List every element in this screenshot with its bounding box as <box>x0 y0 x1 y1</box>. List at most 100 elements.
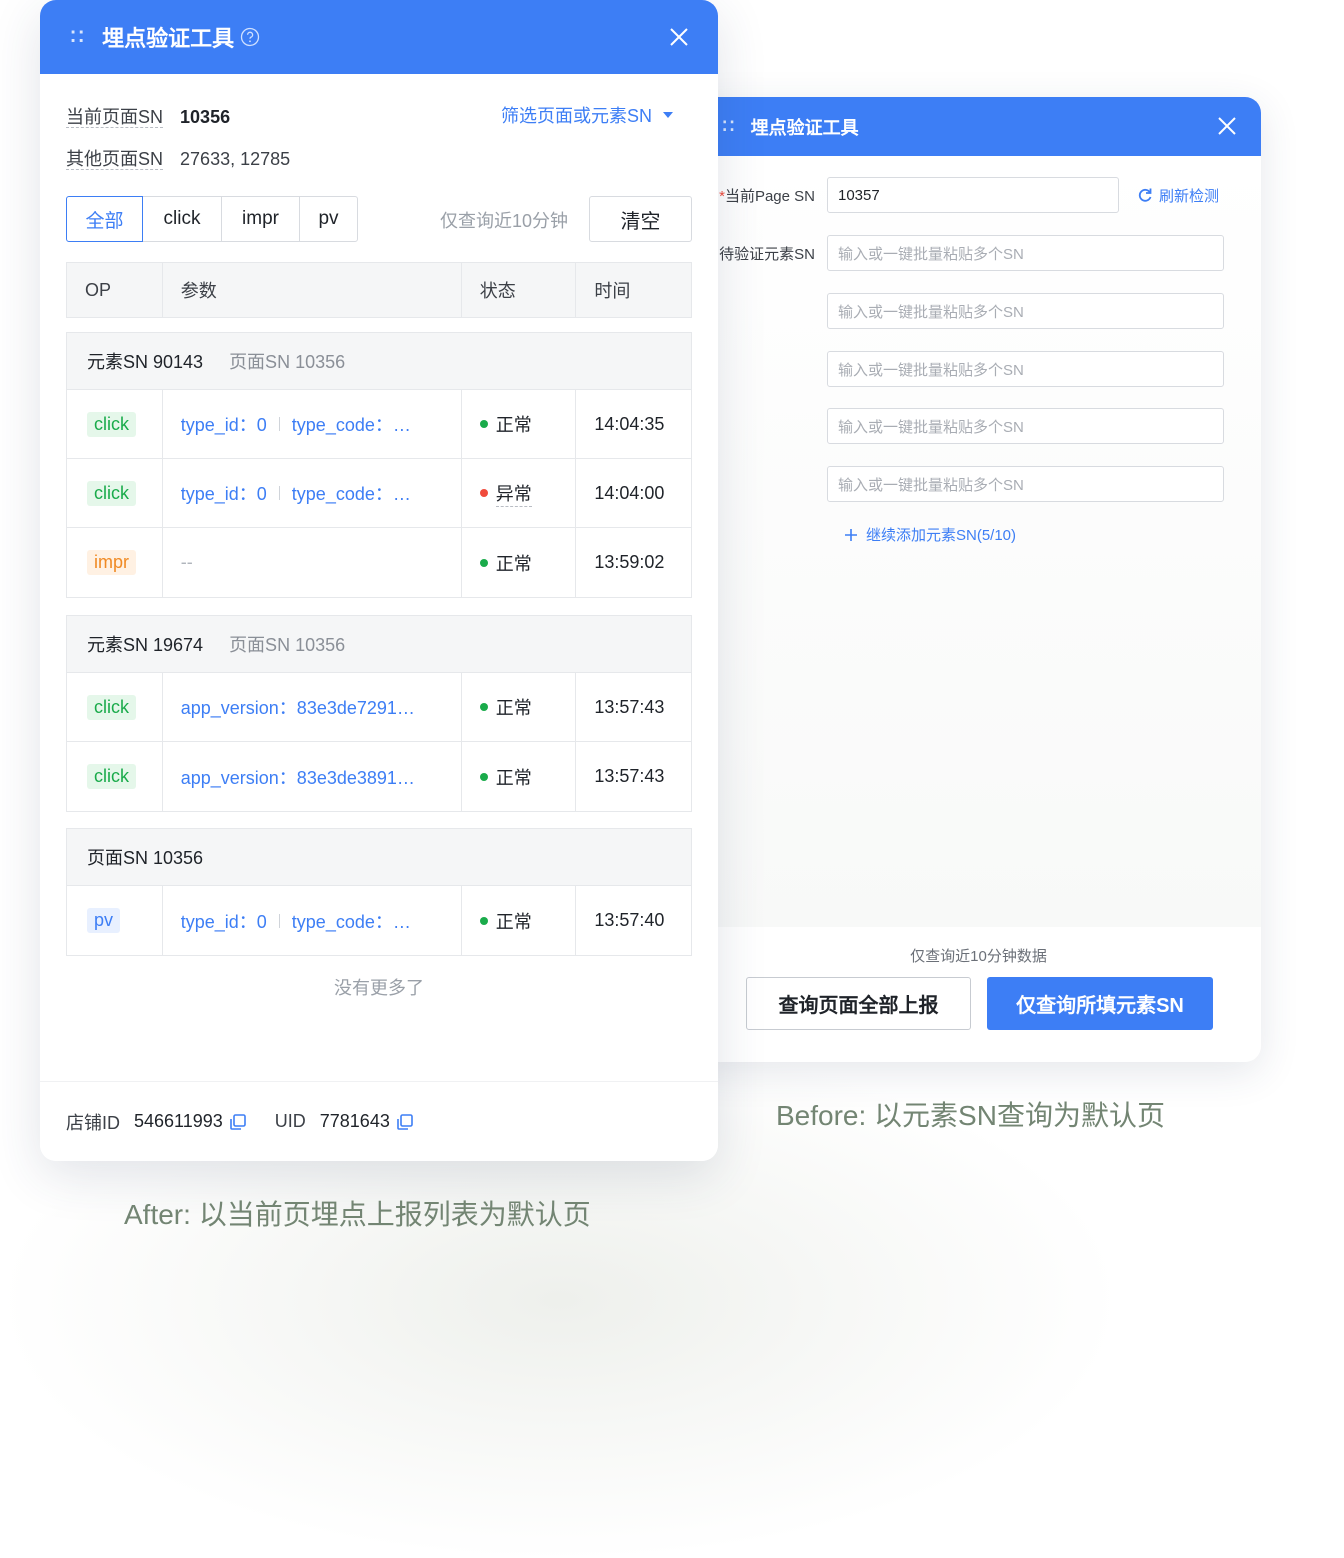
copy-icon[interactable] <box>229 1113 247 1131</box>
add-element-sn-button[interactable]: 继续添加元素SN(5/10) <box>844 524 1016 545</box>
group-header: 元素SN 19674 页面SN 10356 <box>67 616 691 673</box>
current-page-sn-value: 10356 <box>180 107 231 127</box>
event-time: 13:57:43 <box>594 766 665 786</box>
status-text: 正常 <box>495 415 532 435</box>
refresh-button[interactable]: 刷新检测 <box>1137 185 1219 206</box>
clear-button[interactable]: 清空 <box>589 196 692 242</box>
close-icon[interactable] <box>1216 115 1238 137</box>
after-panel: ⁚⁚ 埋点验证工具 当前页面SN 10356 其他页面SN 27633, 127… <box>40 0 718 1161</box>
divider <box>278 417 280 431</box>
status-dot <box>479 558 488 567</box>
copy-icon[interactable] <box>396 1113 414 1131</box>
element-sn-input[interactable]: 输入或一键批量粘贴多个SN <box>827 351 1224 387</box>
status-dot <box>479 420 488 428</box>
event-group: 页面SN 10356 pv type_id：0 type_code：… 正常 13… <box>66 828 692 956</box>
add-element-sn-label: 继续添加元素SN(5/10) <box>866 527 1017 544</box>
param-link[interactable]: type_code：… <box>292 908 411 934</box>
event-group: 元素SN 90143 页面SN 10356 click type_id：0 typ… <box>66 332 692 598</box>
table-row[interactable]: click app_version：83e3de3891… 正常 13:57:4… <box>67 742 691 811</box>
tab-click[interactable]: click <box>142 196 222 242</box>
status-dot <box>479 703 488 711</box>
column-status: 状态 <box>462 263 577 317</box>
other-pages-sn: 其他页面SN 27633, 12785 <box>66 145 290 171</box>
table-row[interactable]: click app_version：83e3de7291… 正常 13:57:4… <box>67 673 691 742</box>
param-link[interactable]: type_id：0 <box>181 411 267 437</box>
op-tag: click <box>87 411 136 437</box>
plus-icon <box>845 528 857 541</box>
query-page-all-button[interactable]: 查询页面全部上报 <box>746 977 971 1030</box>
caption-before: Before: 以元素SN查询为默认页 <box>776 1100 1165 1131</box>
table-row[interactable]: click type_id：0 type_code：… 异常 14:04:00 <box>67 459 691 528</box>
tab-pv[interactable]: pv <box>299 196 358 242</box>
page-sn-row: *当前Page SN 10357 刷新检测 <box>690 177 1219 213</box>
tab-impr[interactable]: impr <box>221 196 300 242</box>
op-tag: click <box>87 694 136 720</box>
group-page-sn: 页面SN 10356 <box>87 848 204 868</box>
param-link[interactable]: type_code：… <box>292 480 411 506</box>
caret-down-icon <box>663 112 674 118</box>
stage: ⁚⁚ 埋点验证工具 *当前Page SN 10357 刷新检测 待验证元素SN <box>0 0 1344 1558</box>
divider <box>278 486 280 500</box>
current-page-sn-key: 当前页面SN <box>66 107 164 128</box>
param-link[interactable]: type_id：0 <box>181 480 267 506</box>
tab-all[interactable]: 全部 <box>66 196 143 242</box>
element-sn-row: 输入或一键批量粘贴多个SN <box>690 293 1224 329</box>
divider <box>278 913 280 928</box>
query-filled-sn-button[interactable]: 仅查询所填元素SN <box>987 977 1213 1030</box>
column-op: OP <box>67 263 163 317</box>
element-sn-input[interactable]: 输入或一键批量粘贴多个SN <box>827 408 1224 444</box>
op-filter-tabs: 全部 click impr pv <box>66 196 358 242</box>
page-sn-input[interactable]: 10357 <box>827 177 1119 213</box>
op-tag: impr <box>87 550 136 575</box>
before-panel: ⁚⁚ 埋点验证工具 *当前Page SN 10357 刷新检测 待验证元素SN <box>690 97 1261 1062</box>
element-sn-input[interactable]: 输入或一键批量粘贴多个SN <box>827 293 1224 329</box>
refresh-label: 刷新检测 <box>1159 187 1220 205</box>
status-dot <box>479 772 488 781</box>
param-link[interactable]: app_version：83e3de3891… <box>181 764 415 790</box>
element-sn-row: 输入或一键批量粘贴多个SN <box>690 408 1224 444</box>
op-tag: click <box>87 480 136 506</box>
table-row[interactable]: click type_id：0 type_code：… 正常 14:04:35 <box>67 390 691 459</box>
column-time: 时间 <box>594 281 631 301</box>
param-link[interactable]: app_version：83e3de7291… <box>181 694 415 720</box>
caption-after: After: 以当前页埋点上报列表为默认页 <box>124 1199 591 1230</box>
group-page-sn: 页面SN 10356 <box>229 635 346 655</box>
before-footer: 仅查询近10分钟数据 查询页面全部上报 仅查询所填元素SN <box>690 927 1261 1062</box>
after-title: 埋点验证工具 <box>102 26 235 51</box>
status-text: 正常 <box>495 553 532 574</box>
table-row[interactable]: pv type_id：0 type_code：… 正常 13:57:40 <box>67 886 691 955</box>
element-sn-input[interactable]: 输入或一键批量粘贴多个SN <box>827 235 1224 271</box>
shop-id-value: 546611993 <box>134 1111 223 1131</box>
no-more-text: 没有更多了 <box>334 978 424 998</box>
status-text: 正常 <box>495 911 532 932</box>
element-sn-input[interactable]: 输入或一键批量粘贴多个SN <box>827 466 1224 502</box>
status-text: 正常 <box>495 698 532 718</box>
filter-sn-dropdown[interactable]: 筛选页面或元素SN <box>501 102 674 128</box>
param-link[interactable]: type_id：0 <box>181 908 267 934</box>
event-time: 14:04:35 <box>594 413 665 434</box>
param-link[interactable]: type_code：… <box>292 411 411 437</box>
other-pages-sn-key: 其他页面SN <box>66 149 164 170</box>
after-header[interactable]: ⁚⁚ 埋点验证工具 <box>40 0 718 74</box>
table-row[interactable]: impr -- 正常 13:59:02 <box>67 528 691 597</box>
filter-sn-label: 筛选页面或元素SN <box>501 106 653 126</box>
drag-handle-icon[interactable]: ⁚⁚ <box>722 118 737 135</box>
uid-value: 7781643 <box>319 1111 390 1131</box>
drag-handle-icon[interactable]: ⁚⁚ <box>70 27 86 47</box>
status-text: 正常 <box>495 767 532 788</box>
column-params: 参数 <box>163 263 462 317</box>
help-icon[interactable] <box>240 27 260 47</box>
table-header: OP 参数 状态 时间 <box>66 262 692 318</box>
status-text[interactable]: 异常 <box>495 480 532 507</box>
element-sn-row: 输入或一键批量粘贴多个SN <box>690 466 1224 502</box>
before-header[interactable]: ⁚⁚ 埋点验证工具 <box>690 97 1261 156</box>
refresh-icon <box>1138 188 1152 202</box>
close-icon[interactable] <box>668 26 690 48</box>
event-group: 元素SN 19674 页面SN 10356 click app_version：… <box>66 615 692 812</box>
other-pages-sn-value: 27633, 12785 <box>180 149 291 169</box>
group-element-sn: 元素SN 19674 <box>87 635 204 655</box>
status-dot <box>479 916 488 925</box>
event-time: 13:57:43 <box>594 696 665 717</box>
before-title: 埋点验证工具 <box>750 117 859 138</box>
recent-note: 仅查询近10分钟 <box>440 211 569 231</box>
